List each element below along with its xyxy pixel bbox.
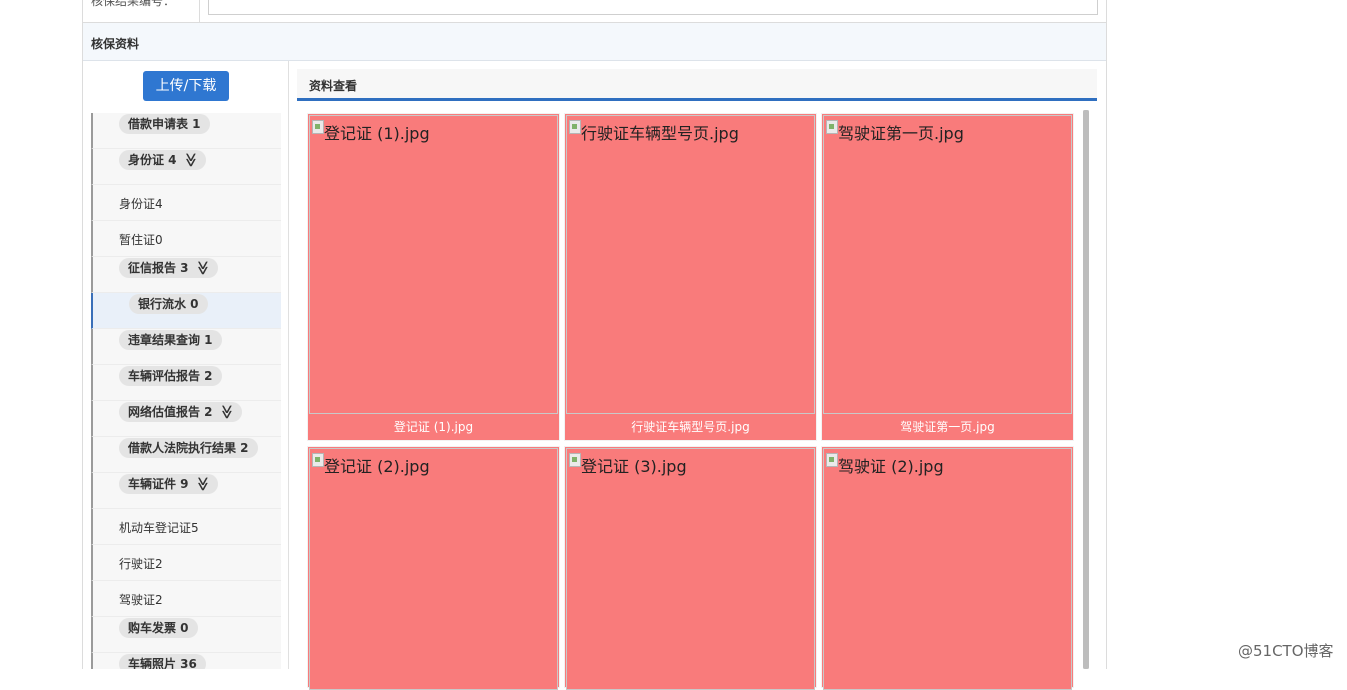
document-image[interactable]: 驾驶证 (2).jpg [823,448,1072,690]
expand-chevron-icon[interactable]: ≫ [192,261,212,276]
expand-chevron-icon[interactable]: ≫ [180,153,200,168]
tree-item[interactable]: 借款申请表 1 [91,113,281,149]
image-caption: 行驶证车辆型号页.jpg [631,420,750,434]
image-card[interactable]: 行驶证车辆型号页.jpg 行驶证车辆型号页.jpg [564,113,817,441]
scrollbar-thumb[interactable] [1083,110,1089,669]
tree-item-label: 网络估值报告 2 [128,405,213,419]
tree-item-badge[interactable]: 违章结果查询 1 [119,330,222,350]
tree-item[interactable]: 身份证4 [91,185,281,221]
viewer-tab[interactable]: 资料查看 [297,69,1097,101]
tree-item-label: 暂住证0 [119,233,163,247]
tree-item-label: 借款人法院执行结果 2 [128,441,249,455]
tree-item[interactable]: 车辆证件 9 ≫ [91,473,281,509]
tree-item[interactable]: 身份证 4 ≫ [91,149,281,185]
broken-image-icon [569,120,581,134]
document-image[interactable]: 登记证 (3).jpg [566,448,815,690]
tree-item[interactable]: 网络估值报告 2 ≫ [91,401,281,437]
tree-item-label: 银行流水 0 [138,297,199,311]
tree-item[interactable]: 机动车登记证5 [91,509,281,545]
tree-item[interactable]: 车辆照片 36 [91,653,281,669]
result-number-row: 核保结果编号： [83,0,1106,23]
tree-item[interactable]: 借款人法院执行结果 2 [91,437,281,473]
tree-item-badge[interactable]: 借款申请表 1 [119,114,210,134]
broken-image-icon [312,453,324,467]
document-image[interactable]: 驾驶证第一页.jpg [823,115,1072,414]
upload-download-button[interactable]: 上传/下载 [143,71,229,101]
image-alt-text: 驾驶证第一页.jpg [838,124,964,143]
document-image[interactable]: 登记证 (2).jpg [309,448,558,690]
tree-item-badge[interactable]: 车辆证件 9 ≫ [119,474,219,494]
viewer-scrollbar[interactable] [1083,110,1089,669]
document-image[interactable]: 行驶证车辆型号页.jpg [566,115,815,414]
tree-item-label: 购车发票 0 [128,621,189,635]
review-panel: 核保结果编号： 核保资料 上传/下载 借款申请表 1 身份证 4 ≫ 身份证4 暂住证0… [82,0,1107,690]
document-image[interactable]: 登记证 (1).jpg [309,115,558,414]
tree-item[interactable]: 驾驶证2 [91,581,281,617]
row-divider [199,0,200,22]
tree-item-badge[interactable]: 借款人法院执行结果 2 [119,438,258,458]
tree-item-label: 身份证4 [119,197,163,211]
tree-item-label: 驾驶证2 [119,593,163,607]
broken-image-icon [826,120,838,134]
expand-chevron-icon[interactable]: ≫ [216,405,236,420]
result-number-input[interactable] [208,0,1098,15]
section-header: 核保资料 [83,23,1106,61]
tree-item-label: 征信报告 3 [128,261,189,275]
document-tree: 上传/下载 借款申请表 1 身份证 4 ≫ 身份证4 暂住证0 征信报告 3 ≫ 银行流水 0… [83,61,289,669]
tree-item-badge[interactable]: 身份证 4 ≫ [119,150,207,170]
broken-image-icon [826,453,838,467]
image-caption: 登记证 (1).jpg [393,420,474,434]
image-grid: 登记证 (1).jpg 登记证 (1).jpg 行驶证车辆型号页.jpg 行驶证车辆型… [297,113,1087,690]
tree-item-label: 机动车登记证5 [119,521,199,535]
tree-item-badge[interactable]: 车辆评估报告 2 [119,366,222,386]
tree-item-label: 行驶证2 [119,557,163,571]
tree-item-badge[interactable]: 银行流水 0 [129,294,208,314]
tree-item-label: 车辆评估报告 2 [128,369,213,383]
image-alt-text: 登记证 (3).jpg [581,457,687,476]
image-alt-text: 行驶证车辆型号页.jpg [581,124,739,143]
tree-item-label: 违章结果查询 1 [128,333,213,347]
tree-item[interactable]: 违章结果查询 1 [91,329,281,365]
image-caption: 驾驶证第一页.jpg [900,420,995,434]
tree-item-badge[interactable]: 网络估值报告 2 ≫ [119,402,243,422]
broken-image-icon [569,453,581,467]
tree-item[interactable]: 车辆评估报告 2 [91,365,281,401]
section-title: 核保资料 [91,37,140,51]
tree-item[interactable]: 征信报告 3 ≫ [91,257,281,293]
image-alt-text: 登记证 (1).jpg [324,124,430,143]
image-alt-text: 驾驶证 (2).jpg [838,457,944,476]
tree-item-label: 车辆证件 9 [128,477,189,491]
tree-item-badge[interactable]: 车辆照片 36 [119,654,206,669]
image-alt-text: 登记证 (2).jpg [324,457,430,476]
tree-item[interactable]: 行驶证2 [91,545,281,581]
tree-item[interactable]: 购车发票 0 [91,617,281,653]
tree-item[interactable]: 银行流水 0 [91,293,281,329]
result-number-label: 核保结果编号： [91,0,176,8]
image-card[interactable]: 驾驶证第一页.jpg 驾驶证第一页.jpg [821,113,1074,441]
tree-item-label: 借款申请表 1 [128,117,201,131]
tree-item-badge[interactable]: 征信报告 3 ≫ [119,258,219,278]
broken-image-icon [312,120,324,134]
image-card[interactable]: 登记证 (3).jpg [564,446,817,690]
watermark: @51CTO博客 [1238,642,1334,660]
expand-chevron-icon[interactable]: ≫ [192,477,212,492]
tree-item-label: 身份证 4 [128,153,177,167]
viewer-title: 资料查看 [309,79,358,93]
tree-item-badge[interactable]: 购车发票 0 [119,618,198,638]
image-card[interactable]: 驾驶证 (2).jpg [821,446,1074,690]
image-card[interactable]: 登记证 (2).jpg [307,446,560,690]
image-card[interactable]: 登记证 (1).jpg 登记证 (1).jpg [307,113,560,441]
viewer-panel: 资料查看 登记证 (1).jpg 登记证 (1).jpg 行驶证车辆型号页.jpg 行… [297,69,1097,690]
tree-item[interactable]: 暂住证0 [91,221,281,257]
tree-item-label: 车辆照片 36 [128,657,197,669]
